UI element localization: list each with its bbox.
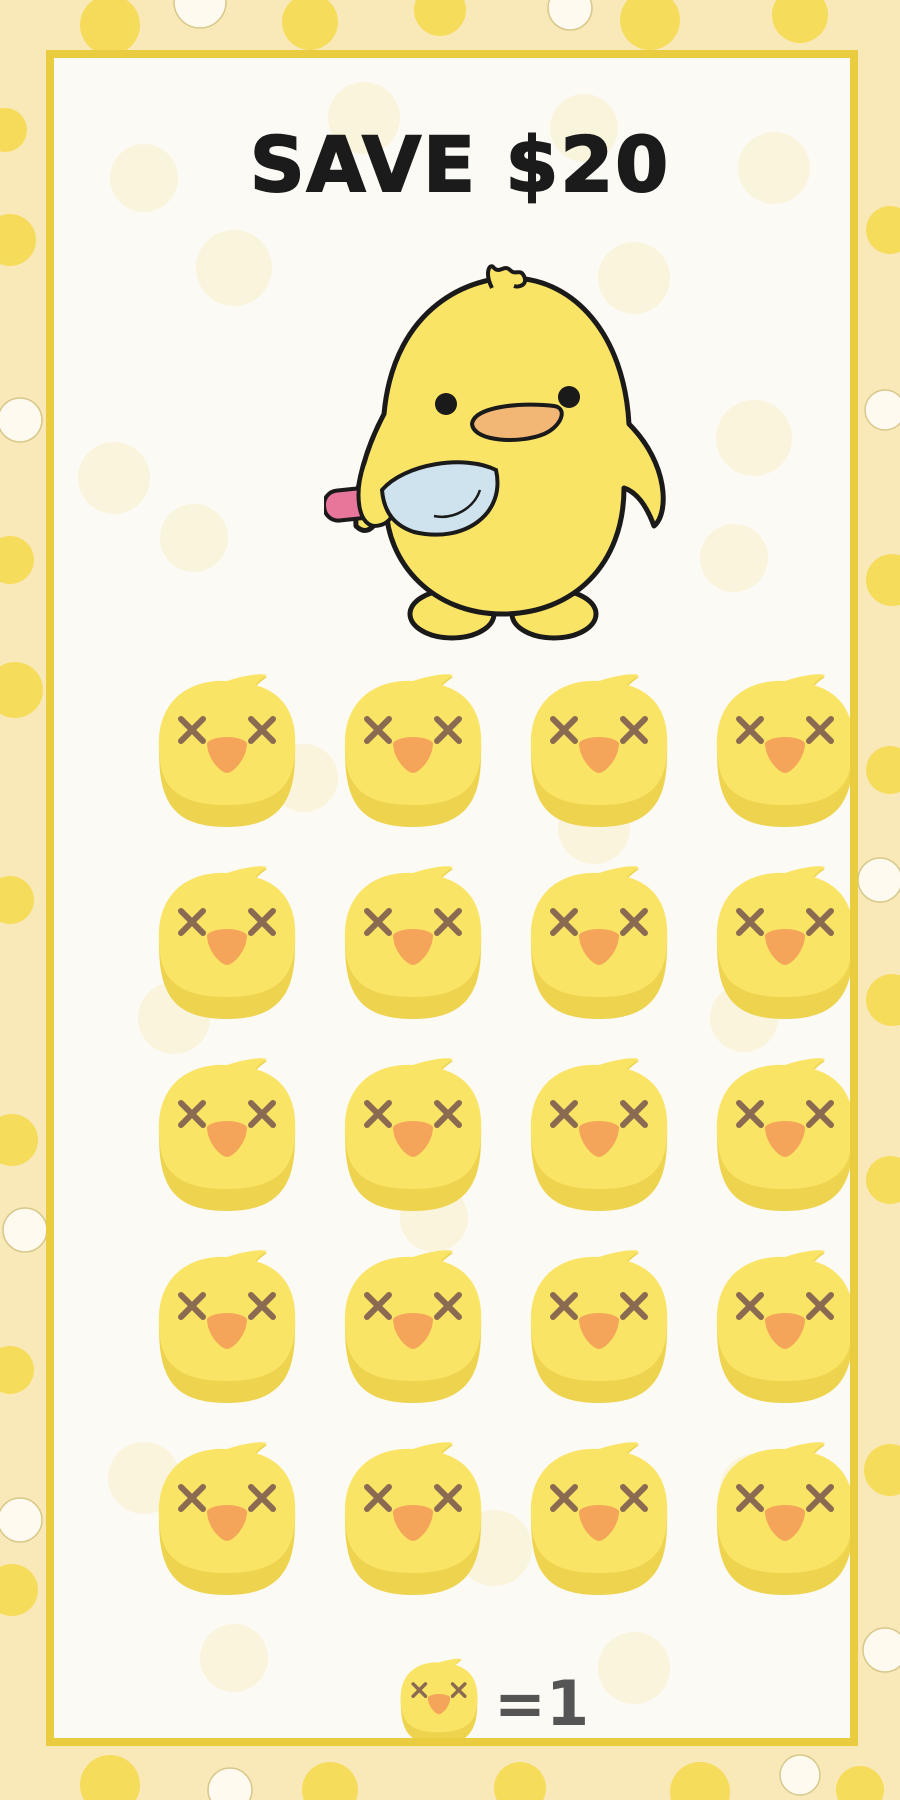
dead-chick-face-icon: [521, 1057, 677, 1217]
dead-chick-face-icon: [521, 865, 677, 1025]
chick-savings-grid: [149, 673, 858, 1601]
dead-chick-face-icon: [394, 1658, 484, 1746]
dead-chick-face-icon: [149, 1441, 305, 1601]
dead-chick-face-icon: [149, 673, 305, 833]
dead-chick-face-icon: [149, 1057, 305, 1217]
savings-cell[interactable]: [707, 1057, 858, 1217]
dead-chick-face-icon: [521, 673, 677, 833]
dead-chick-face-icon: [521, 1441, 677, 1601]
legend-value: =1: [494, 1666, 590, 1740]
savings-cell[interactable]: [707, 1441, 858, 1601]
page-title: SAVE $20: [249, 119, 671, 210]
savings-cell[interactable]: [707, 1249, 858, 1409]
dead-chick-face-icon: [707, 673, 858, 833]
savings-cell[interactable]: [149, 1057, 305, 1217]
dead-chick-face-icon: [335, 865, 491, 1025]
dead-chick-face-icon: [335, 1057, 491, 1217]
savings-cell[interactable]: [149, 1441, 305, 1601]
dead-chick-face-icon: [335, 1441, 491, 1601]
savings-cell[interactable]: [335, 673, 491, 833]
legend: =1: [394, 1658, 590, 1746]
savings-cell[interactable]: [521, 673, 677, 833]
savings-card: SAVE $20 =1: [46, 50, 858, 1746]
dead-chick-face-icon: [707, 1249, 858, 1409]
savings-cell[interactable]: [521, 1441, 677, 1601]
savings-cell[interactable]: [149, 673, 305, 833]
savings-cell[interactable]: [335, 1057, 491, 1217]
dead-chick-face-icon: [335, 673, 491, 833]
savings-cell[interactable]: [521, 1057, 677, 1217]
dead-chick-face-icon: [335, 1249, 491, 1409]
savings-cell[interactable]: [707, 865, 858, 1025]
dead-chick-face-icon: [149, 1249, 305, 1409]
savings-cell[interactable]: [335, 1441, 491, 1601]
dead-chick-face-icon: [149, 865, 305, 1025]
savings-cell[interactable]: [521, 1249, 677, 1409]
chick-with-knife-icon: [324, 264, 666, 641]
savings-cell[interactable]: [335, 1249, 491, 1409]
savings-cell[interactable]: [149, 865, 305, 1025]
savings-cell[interactable]: [335, 865, 491, 1025]
savings-cell[interactable]: [149, 1249, 305, 1409]
dead-chick-face-icon: [707, 1441, 858, 1601]
savings-cell[interactable]: [707, 673, 858, 833]
dead-chick-face-icon: [521, 1249, 677, 1409]
savings-cell[interactable]: [521, 865, 677, 1025]
dead-chick-face-icon: [707, 1057, 858, 1217]
dead-chick-face-icon: [707, 865, 858, 1025]
